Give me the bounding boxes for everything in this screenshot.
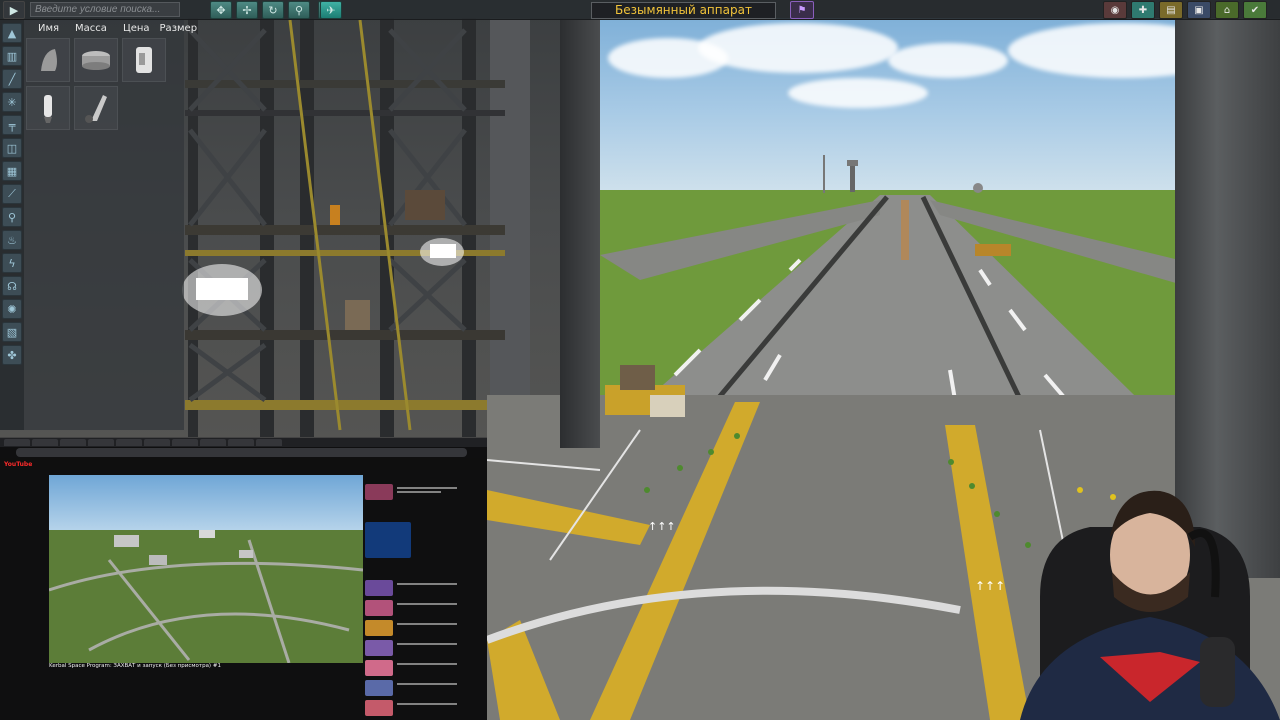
webcam-overlay — [1000, 477, 1280, 720]
parts-list-panel: Имя Масса Цена Размер — [24, 20, 197, 430]
utility-icon[interactable]: ✤ — [2, 345, 22, 365]
related-thumb[interactable] — [365, 680, 393, 696]
related-thumb[interactable] — [365, 600, 393, 616]
sort-by-size[interactable]: Размер — [158, 23, 200, 34]
coupling-icon[interactable]: ◫ — [2, 138, 22, 158]
fuel-tank-icon — [136, 47, 152, 73]
related-thumb[interactable] — [365, 700, 393, 716]
fuel-tank-icon[interactable]: ▥ — [2, 46, 22, 66]
related-thumb[interactable] — [365, 580, 393, 596]
communication-icon[interactable]: ☊ — [2, 276, 22, 296]
related-thumb[interactable] — [365, 660, 393, 676]
control-icon[interactable]: ✳ — [2, 92, 22, 112]
launch-site-icon[interactable]: ⌂ — [1215, 1, 1239, 19]
ksp-vab-screen: ↑↑↑ ↑↑↑ ▶ ✥ ✢ ↻ ⚲ ☍ ✈ — [0, 0, 1280, 720]
editor-toolbar: ▶ ✥ ✢ ↻ ⚲ ☍ ✈ Безымянный аппарат ⚑ ◉ ✚ ▤… — [0, 0, 1280, 20]
hangar-door-left — [560, 18, 600, 448]
editor-mode-icon[interactable]: ✈ — [320, 1, 342, 19]
aero-icon[interactable]: ⟋ — [2, 184, 22, 204]
video-frame-ksc — [49, 516, 363, 663]
vessel-name-field[interactable]: Безымянный аппарат — [591, 2, 776, 19]
browser-tab-strip — [0, 438, 487, 447]
offset-tool-icon[interactable]: ✢ — [236, 1, 258, 19]
engine-icon[interactable]: ╱ — [2, 69, 22, 89]
part-parachute[interactable] — [74, 86, 118, 130]
adapter-icon — [82, 51, 110, 70]
save-craft-icon[interactable]: ▣ — [1187, 1, 1211, 19]
streamer-figure — [1020, 490, 1280, 720]
svg-text:↑↑↑: ↑↑↑ — [648, 520, 676, 533]
part-fuel-tank[interactable] — [122, 38, 166, 82]
nose-cone-icon — [41, 49, 57, 71]
science-icon[interactable]: ✺ — [2, 299, 22, 319]
launch-icon[interactable]: ◉ — [1103, 1, 1127, 19]
address-bar[interactable] — [16, 448, 467, 457]
new-craft-icon[interactable]: ✚ — [1131, 1, 1155, 19]
related-thumb[interactable] — [365, 484, 393, 500]
pod-icon[interactable]: ▲ — [2, 23, 22, 43]
parts-sort-header: Имя Масса Цена Размер — [24, 20, 197, 36]
related-thumb[interactable] — [365, 620, 393, 636]
exit-editor-icon[interactable]: ✔ — [1243, 1, 1267, 19]
youtube-logo[interactable]: YouTube — [4, 461, 32, 468]
video-player[interactable] — [49, 475, 363, 663]
collapse-panel-icon[interactable]: ▶ — [3, 1, 25, 19]
part-adapter[interactable] — [74, 38, 118, 82]
youtube-header: YouTube — [0, 458, 487, 470]
thermal-icon[interactable]: ♨ — [2, 230, 22, 250]
sort-by-name[interactable]: Имя — [24, 23, 67, 34]
electrical-icon[interactable]: ϟ — [2, 253, 22, 273]
sort-by-mass[interactable]: Масса — [67, 23, 115, 34]
part-nose-cone[interactable] — [26, 38, 70, 82]
cargo-icon[interactable]: ▧ — [2, 322, 22, 342]
video-title[interactable]: Kerbal Space Program: ЗАХВАТ и запуск (Б… — [49, 663, 363, 671]
parachute-icon — [85, 95, 107, 123]
structural-icon[interactable]: ╤ — [2, 115, 22, 135]
related-thumb[interactable] — [365, 640, 393, 656]
video-sky — [49, 475, 363, 530]
part-separatron[interactable] — [26, 86, 70, 130]
shorts-thumb[interactable] — [365, 522, 411, 558]
ground-icon[interactable]: ⚲ — [2, 207, 22, 227]
part-category-bar: ▲ ▥ ╱ ✳ ╤ ◫ ▦ ⟋ ⚲ ♨ ϟ ☊ ✺ ▧ ✤ — [0, 20, 24, 430]
related-videos — [365, 476, 485, 720]
root-tool-icon[interactable]: ⚲ — [288, 1, 310, 19]
payload-icon[interactable]: ▦ — [2, 161, 22, 181]
place-tool-icon[interactable]: ✥ — [210, 1, 232, 19]
rotate-tool-icon[interactable]: ↻ — [262, 1, 284, 19]
flag-selector-icon[interactable]: ⚑ — [790, 1, 814, 19]
open-craft-icon[interactable]: ▤ — [1159, 1, 1183, 19]
video-ground — [49, 516, 363, 663]
parts-search-input[interactable] — [30, 2, 180, 17]
sort-by-cost[interactable]: Цена — [115, 23, 158, 34]
separatron-icon — [44, 95, 52, 123]
